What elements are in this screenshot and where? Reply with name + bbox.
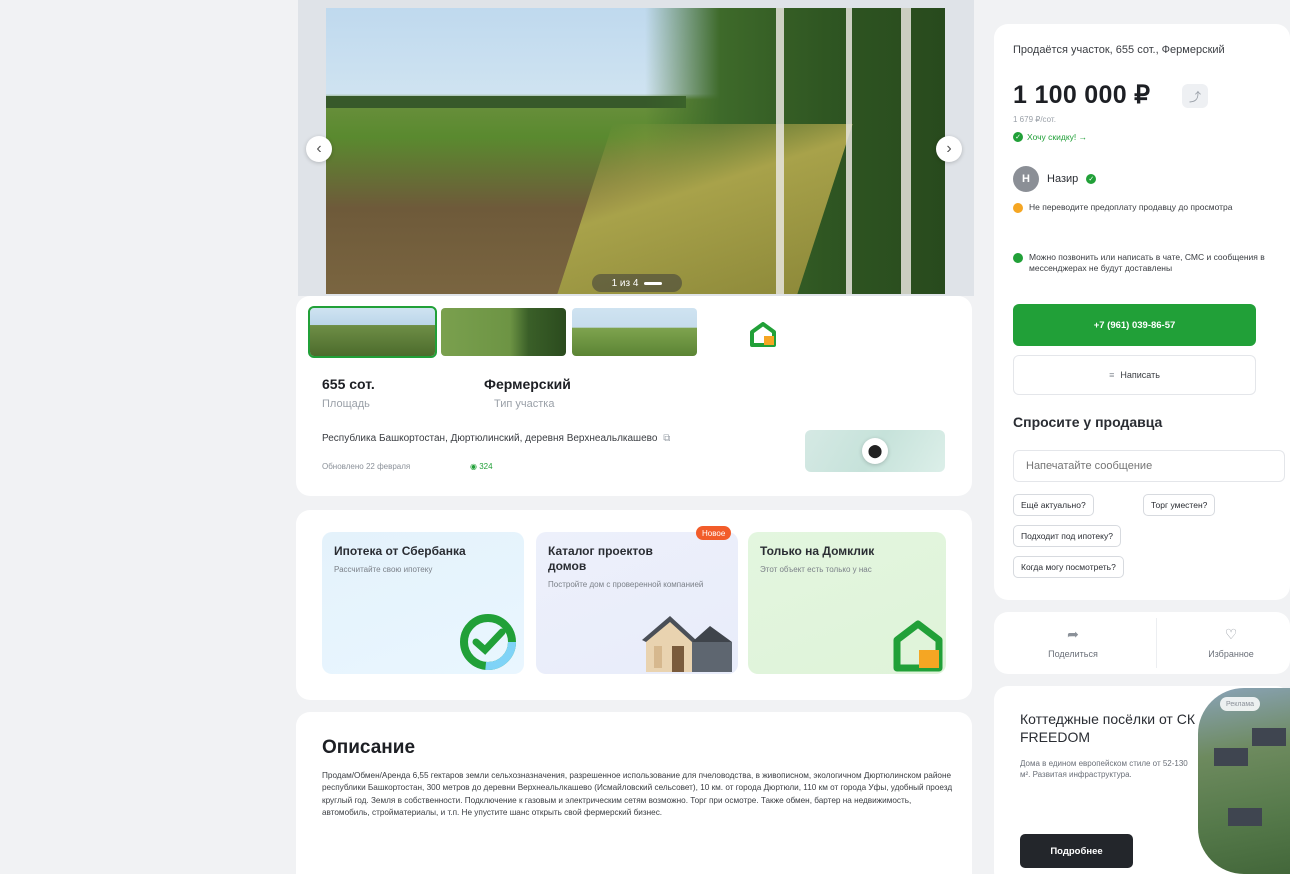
heart-icon: ♡: [1224, 625, 1238, 642]
share-label: Поделиться: [1048, 648, 1098, 659]
warning-text: Не переводите предоплату продавцу до про…: [1029, 202, 1233, 212]
photo-treeline: [326, 96, 686, 108]
views-count: ◉ 324: [470, 462, 493, 471]
photo-trunk: [776, 8, 784, 294]
chevron-right-icon[interactable]: ›: [936, 136, 962, 162]
domclick-logo-icon: [750, 322, 776, 347]
photo-counter-text: 1 из 4: [611, 277, 639, 289]
check-icon: ✓: [1013, 132, 1023, 142]
quick-question-chip[interactable]: Ещё актуально?: [1013, 494, 1094, 516]
new-badge: Новое: [696, 526, 732, 540]
share-icon: ➦: [1067, 625, 1079, 642]
chat-icon: ≡: [1109, 370, 1115, 380]
notice-text: Можно позвонить или написать в чате, СМС…: [1029, 252, 1265, 273]
photo-trunk: [846, 8, 852, 294]
shield-icon: [1013, 253, 1023, 263]
prepayment-warning: Не переводите предоплату продавцу до про…: [1013, 202, 1275, 213]
write-button[interactable]: ≡ Написать: [1013, 355, 1256, 395]
show-phone-button[interactable]: +7 (961) 039-86-57: [1013, 304, 1256, 346]
seller-name: Назир: [1047, 173, 1079, 185]
main-photo[interactable]: [326, 8, 945, 294]
map-pin-icon: ⬤: [862, 438, 888, 464]
contact-notice: Можно позвонить или написать в чате, СМС…: [1013, 252, 1275, 274]
domclick-logo-icon: [893, 620, 943, 672]
actions-divider: [1156, 618, 1157, 668]
photo-thumbnail[interactable]: [308, 306, 437, 358]
offer-title: Продаётся участок, 655 сот., Фермерский: [1013, 44, 1225, 56]
ad-house-roof: [1214, 748, 1248, 766]
description-title: Описание: [322, 737, 416, 758]
promo-title: Только на Домклик: [760, 544, 875, 558]
plot-type-value: Фермерский: [484, 376, 571, 392]
photo-counter: 1 из 4: [592, 274, 682, 292]
quick-question-chip[interactable]: Торг уместен?: [1143, 494, 1216, 516]
sber-logo-icon: [460, 614, 516, 670]
offer-price: 1 100 000 ₽: [1013, 81, 1151, 109]
avatar: Н: [1013, 166, 1039, 192]
promo-subtitle: Рассчитайте свою ипотеку: [334, 565, 433, 574]
map-preview[interactable]: ⬤: [805, 430, 945, 472]
photo-thumbnail[interactable]: [441, 308, 566, 356]
ad-more-button[interactable]: Подробнее: [1020, 834, 1133, 868]
write-button-label: Написать: [1120, 370, 1160, 380]
quick-question-chip[interactable]: Когда могу посмотреть?: [1013, 556, 1124, 578]
ad-title: Коттеджные посёлки от СК FREEDOM: [1020, 711, 1195, 745]
ad-text: Дома в едином европейском стиле от 52-13…: [1020, 759, 1188, 779]
ad-house-roof: [1252, 728, 1286, 746]
favorite-label: Избранное: [1208, 648, 1254, 659]
trend-icon[interactable]: ⤴: [1182, 84, 1208, 108]
updated-date: Обновлено 22 февраля: [322, 462, 411, 471]
ad-house-roof: [1228, 808, 1262, 826]
plot-type-label: Тип участка: [494, 398, 555, 410]
seller[interactable]: Н Назир ✓: [1013, 166, 1097, 192]
ad-badge: Реклама: [1220, 697, 1261, 711]
house-icon: [642, 616, 732, 672]
photo-trunk: [901, 8, 911, 294]
promo-subtitle: Постройте дом с проверенной компанией: [548, 580, 704, 589]
address-text: Республика Башкортостан, Дюртюлинский, д…: [322, 433, 658, 444]
chevron-left-icon[interactable]: ‹: [306, 136, 332, 162]
area-label: Площадь: [322, 398, 370, 410]
copy-icon[interactable]: ⧉: [663, 433, 670, 444]
warning-icon: [1013, 203, 1023, 213]
discount-link-text: Хочу скидку! →: [1027, 132, 1088, 142]
views-value: 324: [479, 462, 493, 471]
area-value: 655 сот.: [322, 376, 375, 392]
description-text: Продам/Обмен/Аренда 6,55 гектаров земли …: [322, 771, 953, 818]
promo-title: Каталог проектов домов: [548, 544, 653, 573]
quick-question-chip[interactable]: Подходит под ипотеку?: [1013, 525, 1121, 547]
discount-link[interactable]: ✓ Хочу скидку! →: [1013, 132, 1087, 142]
share-button[interactable]: ➦ Поделиться: [1008, 612, 1138, 672]
promo-title: Ипотека от Сбербанка: [334, 544, 466, 558]
favorite-button[interactable]: ♡ Избранное: [1176, 612, 1286, 672]
promo-subtitle: Этот объект есть только у нас: [760, 565, 872, 574]
photo-thumbnail[interactable]: [572, 308, 697, 356]
price-per-unit: 1 679 ₽/сот.: [1013, 115, 1056, 124]
photo-counter-bar: [644, 281, 663, 285]
ask-seller-title: Спросите у продавца: [1013, 414, 1163, 430]
eye-icon: ◉: [470, 462, 477, 471]
message-input[interactable]: [1013, 450, 1285, 482]
verified-icon: ✓: [1086, 174, 1097, 184]
address: Республика Башкортостан, Дюртюлинский, д…: [322, 433, 670, 444]
